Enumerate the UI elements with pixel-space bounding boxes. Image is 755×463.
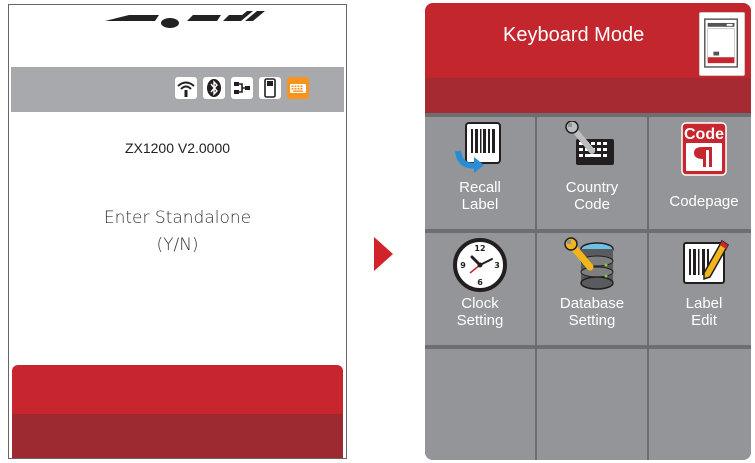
- tile-empty[interactable]: [649, 349, 751, 460]
- svg-text:9: 9: [460, 261, 466, 270]
- printer-mode-button[interactable]: [699, 12, 745, 76]
- svg-text:3: 3: [494, 261, 500, 270]
- status-bar: [11, 67, 344, 112]
- standalone-prompt: Enter Standalone (Y/N): [9, 205, 346, 259]
- clock-icon: 12 3 6 9: [453, 238, 507, 292]
- wifi-icon: [175, 77, 197, 99]
- keyboard-wrench-icon: [565, 121, 614, 165]
- page-title: Keyboard Mode: [503, 24, 645, 46]
- tile-empty[interactable]: [425, 349, 535, 460]
- usb-drive-icon: [259, 77, 281, 99]
- godex-logo: [105, 11, 265, 28]
- bottom-footer-bar: [12, 414, 343, 458]
- tile-label-edit[interactable]: Label Edit: [649, 233, 751, 345]
- tile-label: Clock Setting: [456, 295, 504, 329]
- bluetooth-icon: [203, 77, 225, 99]
- tile-database-setting[interactable]: Database Setting: [537, 233, 647, 345]
- transition-arrow-icon: [374, 237, 393, 271]
- codepage-badge-text: Code: [684, 126, 724, 143]
- barcode-recall-icon: [455, 122, 501, 173]
- tile-label: Label Edit: [685, 295, 723, 329]
- tile-clock-setting[interactable]: 12 3 6 9 Clock Setting: [425, 233, 535, 345]
- keyboard-mode-screen: Keyboard Mode Recall Label Country Code …: [425, 3, 751, 460]
- tile-label: Recall Label: [459, 179, 501, 213]
- network-icon: [231, 77, 253, 99]
- printer-icon: [704, 18, 739, 68]
- codepage-icon: Code: [681, 122, 727, 176]
- firmware-version: ZX1200 V2.0000: [124, 140, 231, 156]
- prompt-line-2: (Y/N): [156, 235, 199, 255]
- keyboard-icon: [287, 77, 309, 99]
- tile-country-code[interactable]: Country Code: [537, 117, 647, 229]
- svg-text:6: 6: [477, 278, 483, 287]
- tile-label: Country Code: [565, 179, 619, 213]
- prompt-line-1: Enter Standalone: [103, 208, 252, 228]
- tile-label: Codepage: [669, 193, 739, 210]
- tile-codepage[interactable]: Code Codepage: [649, 117, 751, 229]
- header: Keyboard Mode: [425, 3, 751, 113]
- database-wrench-icon: [564, 237, 614, 290]
- bottom-button-bar[interactable]: [12, 365, 343, 414]
- tile-recall-label[interactable]: Recall Label: [425, 117, 535, 229]
- standalone-prompt-screen: ZX1200 V2.0000 Enter Standalone (Y/N): [8, 4, 347, 459]
- label-edit-icon: [683, 239, 729, 284]
- tile-label: Database Setting: [559, 295, 625, 329]
- tile-empty[interactable]: [537, 349, 647, 460]
- svg-text:12: 12: [474, 244, 485, 253]
